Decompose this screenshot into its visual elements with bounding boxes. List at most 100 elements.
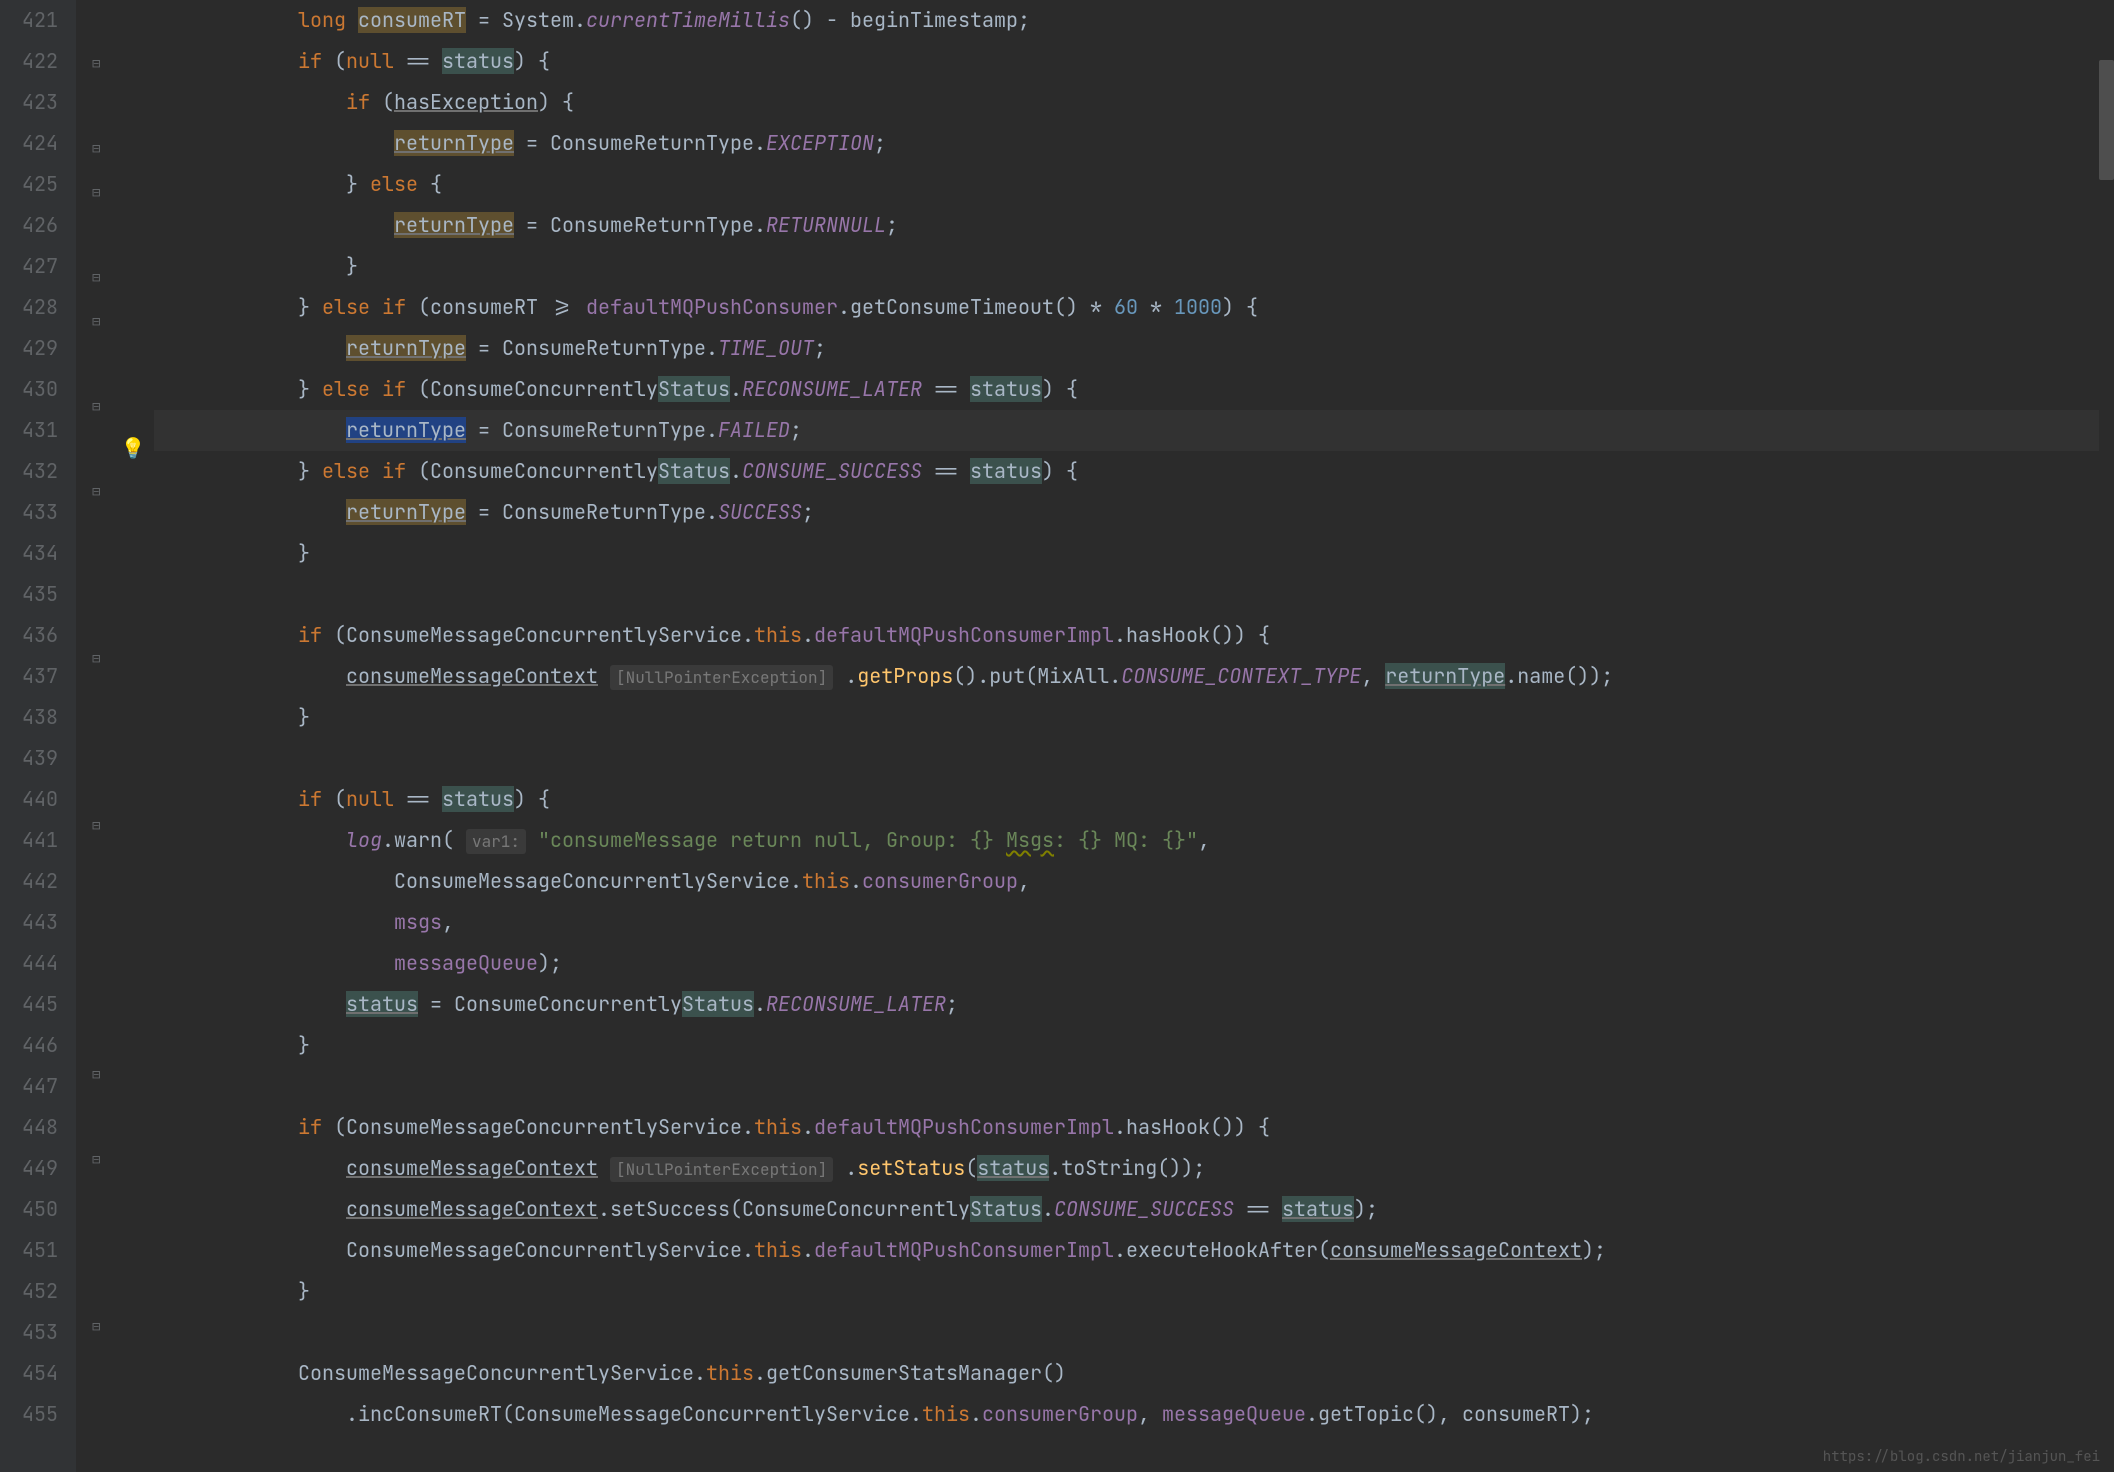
line-number[interactable]: 426 <box>0 205 58 246</box>
fold-row[interactable] <box>76 970 154 1011</box>
fold-row[interactable]: ⊟ <box>76 636 154 680</box>
code-line[interactable]: log.warn( var1: "consumeMessage return n… <box>154 820 2099 861</box>
scroll-thumb[interactable] <box>2099 60 2114 180</box>
line-number[interactable]: 455 <box>0 1394 58 1435</box>
fold-collapse-icon[interactable]: ⊟ <box>76 806 154 847</box>
line-number[interactable]: 441 <box>0 820 58 861</box>
code-line[interactable] <box>154 1066 2099 1107</box>
fold-row[interactable] <box>76 513 154 554</box>
fold-row[interactable] <box>76 0 154 41</box>
code-line[interactable]: if (null == status) { <box>154 41 2099 82</box>
code-line[interactable]: ConsumeMessageConcurrentlyService.this.d… <box>154 1230 2099 1271</box>
fold-row[interactable] <box>76 1389 154 1430</box>
fold-collapse-icon[interactable]: ⊟ <box>76 639 154 680</box>
fold-row[interactable]: ⊟ <box>76 384 154 428</box>
code-line[interactable]: } else if (ConsumeConcurrentlyStatus.REC… <box>154 369 2099 410</box>
line-number[interactable]: 447 <box>0 1066 58 1107</box>
fold-row[interactable] <box>76 680 154 721</box>
line-number[interactable]: 424 <box>0 123 58 164</box>
code-line[interactable]: ConsumeMessageConcurrentlyService.this.c… <box>154 861 2099 902</box>
fold-row[interactable] <box>76 1430 154 1471</box>
code-line[interactable]: } <box>154 697 2099 738</box>
fold-row[interactable]: ⊟ <box>76 170 154 214</box>
code-line[interactable]: } <box>154 1025 2099 1066</box>
fold-row[interactable]: ⊟ <box>76 126 154 170</box>
line-number[interactable]: 422 <box>0 41 58 82</box>
fold-row[interactable] <box>76 1096 154 1137</box>
line-number[interactable]: 436 <box>0 615 58 656</box>
code-line[interactable]: returnType = ConsumeReturnType.FAILED; <box>154 410 2099 451</box>
line-number[interactable]: 428 <box>0 287 58 328</box>
line-number[interactable]: 440 <box>0 779 58 820</box>
line-number[interactable]: 445 <box>0 984 58 1025</box>
line-number[interactable]: 449 <box>0 1148 58 1189</box>
fold-collapse-icon[interactable]: ⊟ <box>76 129 154 170</box>
code-line[interactable] <box>154 738 2099 779</box>
code-line[interactable]: consumeMessageContext [NullPointerExcept… <box>154 1148 2099 1189</box>
fold-collapse-icon[interactable]: ⊟ <box>76 173 154 214</box>
line-number[interactable]: 430 <box>0 369 58 410</box>
code-line[interactable]: returnType = ConsumeReturnType.EXCEPTION… <box>154 123 2099 164</box>
code-line[interactable]: msgs, <box>154 902 2099 943</box>
code-line[interactable]: .incConsumeRT(ConsumeMessageConcurrently… <box>154 1394 2099 1435</box>
fold-row[interactable] <box>76 1222 154 1263</box>
code-line[interactable] <box>154 1312 2099 1353</box>
line-number[interactable]: 423 <box>0 82 58 123</box>
fold-row[interactable]: ⊟ <box>76 255 154 299</box>
line-number[interactable]: 435 <box>0 574 58 615</box>
code-line[interactable]: } else if (ConsumeConcurrentlyStatus.CON… <box>154 451 2099 492</box>
code-line[interactable]: } <box>154 533 2099 574</box>
fold-row[interactable] <box>76 721 154 762</box>
line-number[interactable]: 434 <box>0 533 58 574</box>
fold-collapse-icon[interactable]: ⊟ <box>76 1055 154 1096</box>
code-line[interactable]: status = ConsumeConcurrentlyStatus.RECON… <box>154 984 2099 1025</box>
line-number[interactable]: 431 <box>0 410 58 451</box>
code-line[interactable]: messageQueue); <box>154 943 2099 984</box>
vertical-scrollbar[interactable] <box>2099 0 2114 1472</box>
fold-row[interactable] <box>76 929 154 970</box>
line-number[interactable]: 439 <box>0 738 58 779</box>
code-line[interactable]: consumeMessageContext.setSuccess(Consume… <box>154 1189 2099 1230</box>
code-line[interactable]: returnType = ConsumeReturnType.TIME_OUT; <box>154 328 2099 369</box>
line-number[interactable]: 437 <box>0 656 58 697</box>
line-number[interactable]: 452 <box>0 1271 58 1312</box>
code-line[interactable]: } else { <box>154 164 2099 205</box>
fold-row[interactable]: ⊟ <box>76 41 154 85</box>
code-line[interactable] <box>154 574 2099 615</box>
line-number[interactable]: 448 <box>0 1107 58 1148</box>
fold-collapse-icon[interactable]: ⊟ <box>76 302 154 343</box>
code-line[interactable]: if (null == status) { <box>154 779 2099 820</box>
intention-bulb-icon[interactable]: 💡 <box>76 428 154 469</box>
line-number[interactable]: 446 <box>0 1025 58 1066</box>
line-number[interactable]: 442 <box>0 861 58 902</box>
fold-row[interactable]: ⊟ <box>76 1304 154 1348</box>
line-number[interactable]: 421 <box>0 0 58 41</box>
fold-collapse-icon[interactable]: ⊟ <box>76 387 154 428</box>
line-number[interactable]: 444 <box>0 943 58 984</box>
line-number[interactable]: 433 <box>0 492 58 533</box>
fold-row[interactable]: 💡 <box>76 428 154 469</box>
fold-row[interactable]: ⊟ <box>76 1137 154 1181</box>
fold-row[interactable] <box>76 1348 154 1389</box>
fold-row[interactable]: ⊟ <box>76 299 154 343</box>
fold-row[interactable] <box>76 1181 154 1222</box>
fold-row[interactable] <box>76 1263 154 1304</box>
line-number[interactable]: 429 <box>0 328 58 369</box>
line-number[interactable]: 454 <box>0 1353 58 1394</box>
line-number-gutter[interactable]: 4214224234244254264274284294304314324334… <box>0 0 76 1472</box>
code-line[interactable]: if (ConsumeMessageConcurrentlyService.th… <box>154 1107 2099 1148</box>
fold-row[interactable] <box>76 343 154 384</box>
code-line[interactable]: consumeMessageContext [NullPointerExcept… <box>154 656 2099 697</box>
fold-row[interactable] <box>76 847 154 888</box>
fold-collapse-icon[interactable]: ⊟ <box>76 1307 154 1348</box>
fold-collapse-icon[interactable]: ⊟ <box>76 258 154 299</box>
fold-row[interactable] <box>76 888 154 929</box>
code-area[interactable]: long consumeRT = System.currentTimeMilli… <box>154 0 2099 1472</box>
code-line[interactable]: } <box>154 246 2099 287</box>
fold-row[interactable]: ⊟ <box>76 469 154 513</box>
code-line[interactable]: long consumeRT = System.currentTimeMilli… <box>154 0 2099 41</box>
fold-collapse-icon[interactable]: ⊟ <box>76 44 154 85</box>
fold-row[interactable] <box>76 762 154 803</box>
line-number[interactable]: 453 <box>0 1312 58 1353</box>
code-line[interactable]: returnType = ConsumeReturnType.SUCCESS; <box>154 492 2099 533</box>
